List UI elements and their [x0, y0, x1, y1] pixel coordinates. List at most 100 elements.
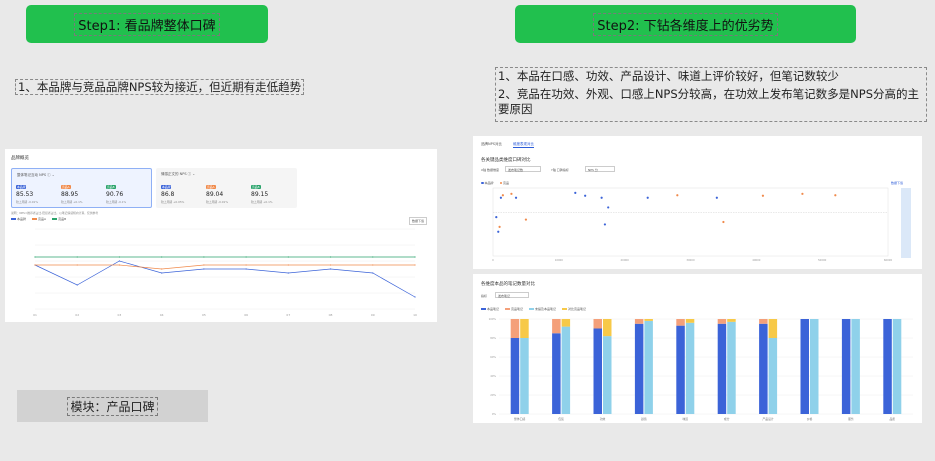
bar-comp-0 — [510, 319, 520, 338]
bar-unmentioned-6 — [768, 338, 778, 414]
line-point — [245, 256, 247, 258]
bar-own-8 — [841, 319, 851, 414]
kpi-card-1-title: 整体笔记互动 NPS ⓘ ⌄ — [17, 173, 55, 177]
bar-own-6 — [759, 323, 768, 414]
line-point — [245, 264, 247, 266]
scatter-point-0 — [497, 230, 500, 233]
scatter-subtitle: 各关键品类维度口碑对比 — [481, 158, 531, 163]
bar-own-0 — [510, 338, 520, 414]
line-x-tick: 04 — [160, 313, 164, 317]
scatter-point-1 — [761, 194, 765, 197]
bar-y-tick: 40% — [490, 374, 496, 378]
line-point — [76, 256, 78, 258]
line-x-tick: 09 — [371, 313, 375, 317]
bar-comp-3 — [634, 319, 644, 324]
line-point — [76, 284, 78, 286]
x-axis-select[interactable]: 发布笔记数 — [505, 166, 541, 172]
scatter-point-1 — [510, 192, 513, 195]
bar-compare-3 — [644, 319, 653, 321]
line-point — [118, 260, 121, 262]
tab-brand-nps[interactable]: 品牌NPS对比 — [481, 142, 502, 147]
line-x-tick: 02 — [75, 313, 79, 317]
line-point — [414, 264, 416, 266]
tab-dimension[interactable]: 维度表现对比 — [513, 142, 534, 148]
legend-item-0: 本品牌 — [11, 217, 26, 221]
scatter-point-0 — [603, 223, 607, 226]
scatter-point-0 — [646, 196, 649, 199]
scatter-point-0 — [715, 196, 718, 199]
scatter-x-tick: 40000 — [752, 258, 761, 262]
dimension-scatter-chart: 0 10000 20000 30000 40000 50000 60000 — [492, 187, 911, 262]
line-x-tick: 01 — [33, 313, 37, 317]
line-point — [372, 272, 374, 274]
bar-own-7 — [800, 319, 809, 414]
scatter-point-0 — [499, 196, 502, 199]
line-point — [372, 256, 374, 258]
scatter-point-0 — [495, 216, 498, 219]
kpi-brand-tag-0: 本品牌 — [16, 185, 27, 189]
kpi-change-5: 较上周期 +0.1% — [251, 200, 273, 204]
bar-unmentioned-9 — [892, 319, 902, 414]
bar-x-tick: 味道 — [682, 417, 688, 421]
line-point — [118, 264, 121, 266]
step2-label: Step2: 下钻各维度上的优劣势 — [593, 12, 778, 36]
scatter-point-0 — [514, 196, 518, 199]
line-point — [287, 256, 289, 258]
kpi-brand-tag-3: 本品牌 — [161, 185, 172, 189]
x-axis-filter-label: X轴 数据维度 — [481, 168, 500, 172]
bar-compare-0 — [520, 319, 529, 338]
line-point — [329, 268, 332, 270]
bar-compare-4 — [685, 319, 695, 323]
line-x-tick: 10 — [413, 313, 417, 317]
line-point — [76, 264, 78, 266]
line-x-tick: 05 — [202, 313, 206, 317]
scatter-plot-frame — [492, 187, 889, 257]
bar-x-tick: 品质 — [889, 417, 895, 421]
kpi-brand-tag-2: 竞品B — [106, 185, 116, 189]
scatter-side-scrollbar — [901, 188, 911, 258]
kpi-value-2: 90.76 — [106, 191, 124, 198]
scatter-point-1 — [722, 220, 725, 224]
bar-own-2 — [593, 328, 602, 414]
bar-own-4 — [676, 325, 685, 414]
bar-compare-1 — [561, 319, 571, 327]
kpi-change-4: 较上周期 -0.01% — [206, 200, 228, 204]
scatter-point-1 — [501, 194, 504, 197]
line-series-0 — [34, 260, 416, 298]
scatter-x-tick: 60000 — [884, 258, 893, 262]
bar-comp-2 — [593, 319, 602, 329]
line-series-1 — [35, 264, 415, 270]
line-legend: 本品牌 竞品A 竞品B — [11, 217, 66, 221]
step1-button[interactable]: Step1: 看品牌整体口碑 — [26, 5, 268, 43]
bar-filter-select[interactable]: 发布笔记 — [495, 292, 529, 298]
nps-description: 说明：NPS=推荐者占比-贬损者占比，以笔记情感倾向计算，仅供参考 — [11, 211, 99, 215]
bar-x-tick: 颜值 — [641, 417, 647, 421]
kpi-change-1: 较上周期 +0.1% — [61, 200, 83, 204]
kpi-change-0: 较上周期 -0.01% — [16, 200, 38, 204]
scatter-point-1 — [524, 218, 528, 221]
legend-item-1: 竞品A — [32, 217, 46, 221]
bar-x-tick: 成分 — [724, 417, 730, 421]
kpi-value-0: 85.53 — [16, 191, 34, 198]
y-axis-filter-label: Y轴 口碑指标 — [551, 168, 569, 172]
bar-x-tick: 价格 — [807, 417, 813, 421]
bar-own-5 — [717, 323, 727, 414]
step2-button[interactable]: Step2: 下钻各维度上的优劣势 — [515, 5, 856, 43]
dimension-scatter-panel: 品牌NPS对比 维度表现对比 各关键品类维度口碑对比 X轴 数据维度 发布笔记数… — [473, 136, 922, 269]
kpi-change-2: 较上周期 -0.1% — [106, 200, 127, 204]
bar-x-tick: 包装 — [558, 417, 564, 421]
line-point — [329, 256, 332, 258]
scatter-x-tick: 20000 — [621, 258, 630, 262]
scatter-point-1 — [834, 194, 837, 197]
panel-title: 品牌概览 — [11, 156, 29, 161]
bar-own-9 — [883, 319, 892, 414]
bar-x-tick: 功效 — [600, 417, 606, 421]
bar-y-tick: 20% — [490, 393, 496, 397]
bar-y-tick: 80% — [490, 336, 496, 340]
kpi-brand-tag-5: 竞品B — [251, 185, 261, 189]
y-axis-select[interactable]: NPS 分 — [585, 166, 615, 172]
line-x-tick: 08 — [329, 313, 333, 317]
line-x-tick: 03 — [118, 313, 122, 317]
note-count-panel: 各维度本品的笔记数量对比 指标 发布笔记 本品笔记 竞品笔记 未提及本品笔记 对… — [473, 274, 922, 423]
scatter-point-1 — [801, 192, 804, 195]
